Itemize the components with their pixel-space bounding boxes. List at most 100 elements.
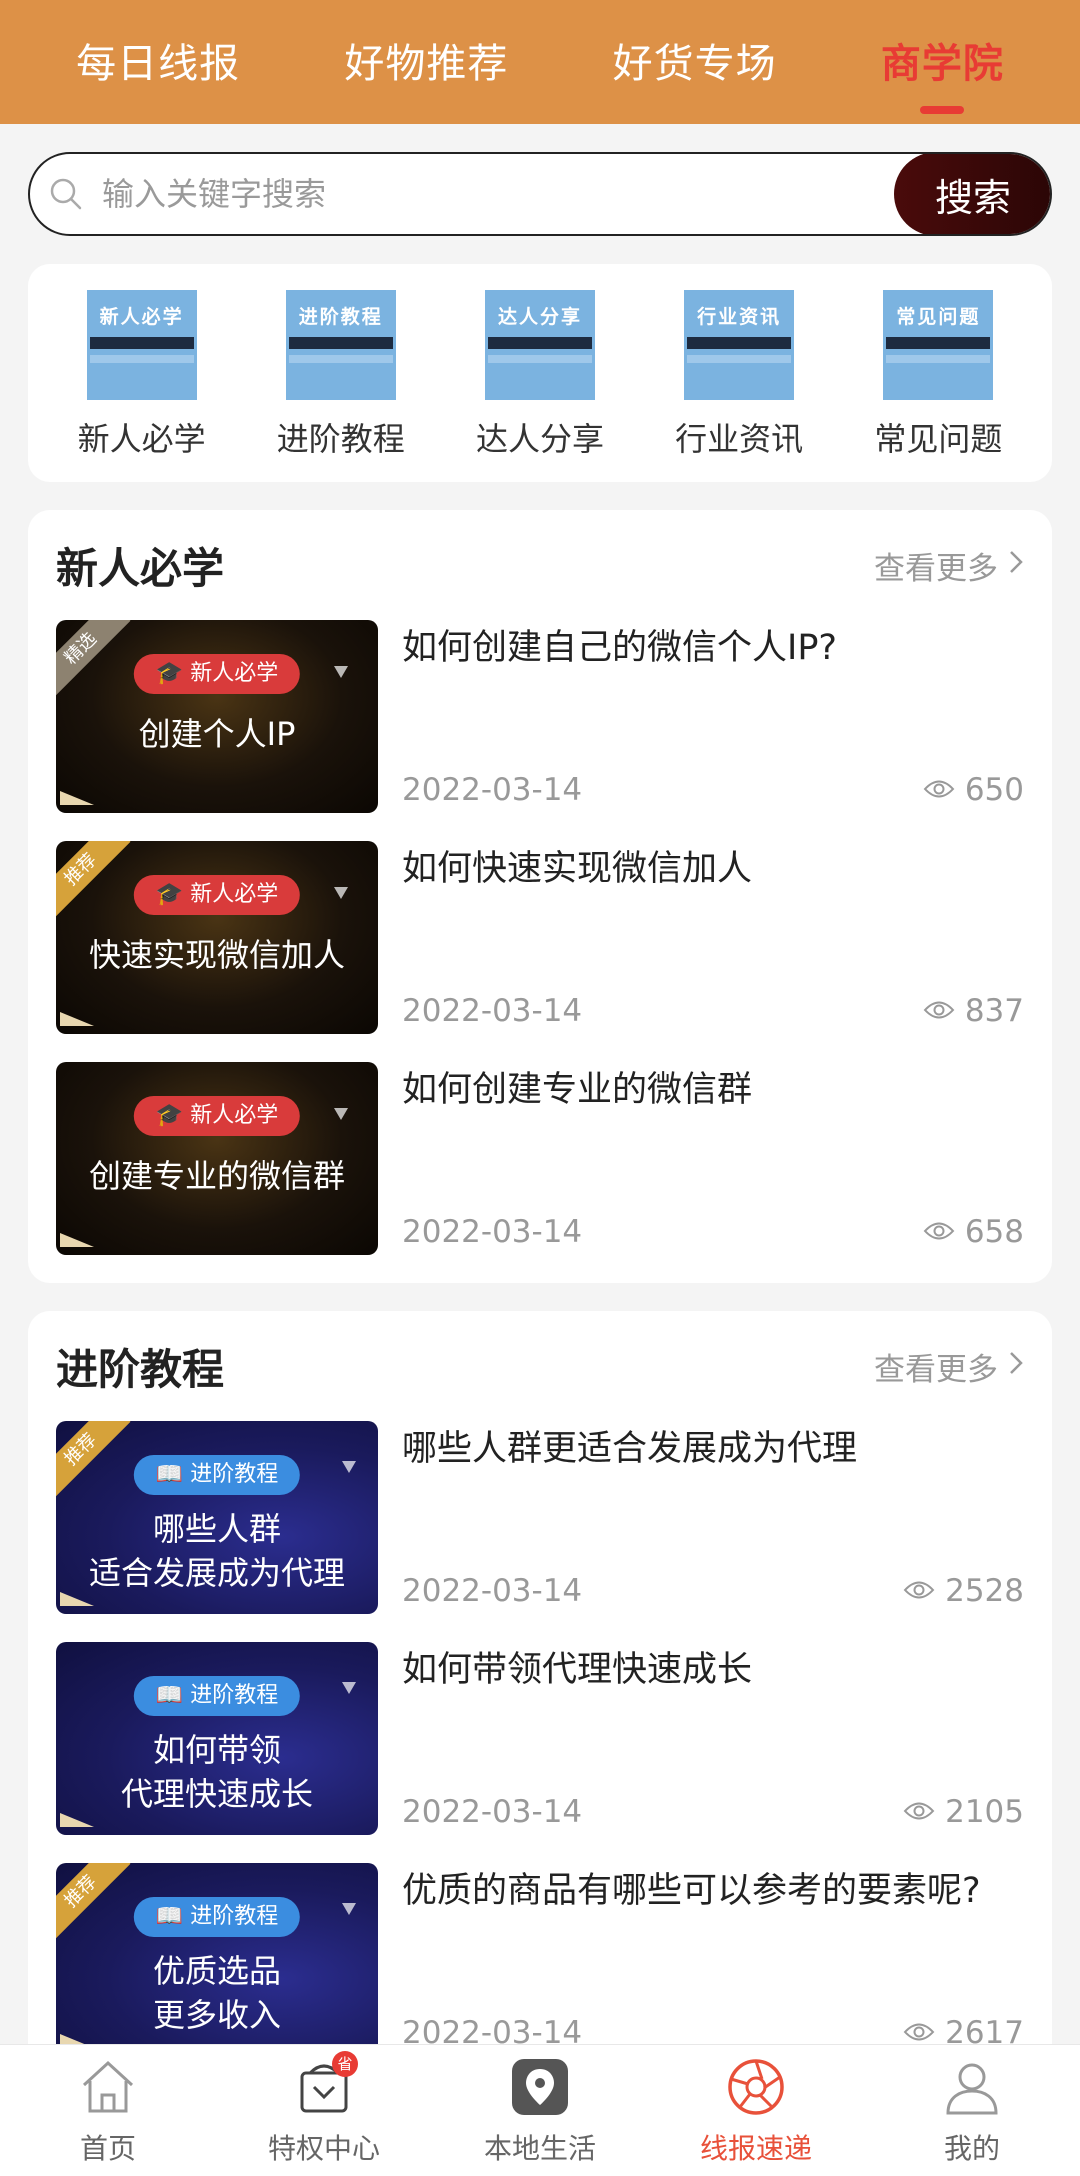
view-count: 2528 <box>945 1573 1024 1609</box>
thumb-caption: 创建专业的微信群 <box>56 1154 378 1198</box>
thumb-pill: 🎓 新人必学 <box>133 654 301 694</box>
view-more-link[interactable]: 查看更多 <box>874 543 1024 588</box>
category-thumb-text: 常见问题 <box>896 306 981 328</box>
article-thumbnail: 📖 进阶教程 如何带领 代理快速成长 <box>56 1642 378 1835</box>
nav-home[interactable]: 首页 <box>8 2055 208 2167</box>
thumb-band <box>89 337 194 349</box>
view-count: 650 <box>964 772 1024 808</box>
search-button[interactable]: 搜索 <box>894 154 1050 234</box>
search-input[interactable] <box>102 154 894 234</box>
thumb-band-light <box>886 355 991 363</box>
nav-label: 线报速递 <box>699 2132 812 2165</box>
thumb-caption: 哪些人群 适合发展成为代理 <box>56 1507 378 1595</box>
tab-daily-deals[interactable]: 每日线报 <box>70 0 246 124</box>
thumb-caption-line: 哪些人群 <box>152 1510 281 1548</box>
category-label: 常见问题 <box>874 420 1003 458</box>
article-date: 2022-03-14 <box>402 772 583 808</box>
thumb-caption-line: 代理快速成长 <box>120 1775 313 1813</box>
section-header: 进阶教程 查看更多 <box>28 1311 1052 1421</box>
article-item[interactable]: 🎓 新人必学 创建专业的微信群 如何创建专业的微信群 2022-03-14 65… <box>56 1062 1024 1283</box>
thumb-pill-label: 新人必学 <box>190 1103 279 1128</box>
article-title: 哪些人群更适合发展成为代理 <box>402 1429 858 1469</box>
article-item[interactable]: 推荐 📖 进阶教程 哪些人群 适合发展成为代理 哪些人群更适合发展成为代理 20… <box>56 1421 1024 1642</box>
category-industry-thumb: 行业资讯 <box>684 290 795 400</box>
thumb-band <box>487 337 592 349</box>
tab-good-goods[interactable]: 好货专场 <box>607 0 783 124</box>
tab-good-recommend[interactable]: 好物推荐 <box>338 0 514 124</box>
thumb-pill: 🎓 新人必学 <box>133 1096 301 1136</box>
article-title: 如何创建自己的微信个人IP? <box>402 628 838 668</box>
local-life-icon <box>508 2055 572 2119</box>
category-thumb-text: 达人分享 <box>497 306 582 328</box>
article-date: 2022-03-14 <box>402 993 583 1029</box>
thumb-caption-line: 创建个人IP <box>138 715 296 753</box>
paper-plane-decoration <box>60 1233 94 1247</box>
thumb-caption: 创建个人IP <box>56 712 378 756</box>
article-views: 650 <box>923 772 1024 808</box>
thumb-pill-label: 新人必学 <box>190 661 279 686</box>
section-title: 进阶教程 <box>56 1344 225 1394</box>
nav-mine[interactable]: 我的 <box>872 2055 1072 2167</box>
article-title: 如何创建专业的微信群 <box>402 1070 753 1110</box>
tab-business-school[interactable]: 商学院 <box>875 0 1010 124</box>
article-item[interactable]: 推荐 🎓 新人必学 快速实现微信加人 如何快速实现微信加人 2022-03-14… <box>56 841 1024 1062</box>
article-item[interactable]: 📖 进阶教程 如何带领 代理快速成长 如何带领代理快速成长 2022-03-14… <box>56 1642 1024 1863</box>
article-item[interactable]: 精选 🎓 新人必学 创建个人IP 如何创建自己的微信个人IP? 2022-03-… <box>56 620 1024 841</box>
category-grid: 新人必学 新人必学 进阶教程 进阶教程 达人分享 达人分享 行业资讯 行业资讯 <box>28 264 1052 482</box>
nav-label: 本地生活 <box>483 2132 596 2165</box>
category-advanced-thumb: 进阶教程 <box>285 290 396 400</box>
article-views: 658 <box>923 1214 1024 1250</box>
triangle-decoration <box>342 1682 356 1694</box>
category-faq[interactable]: 常见问题 常见问题 <box>848 290 1028 460</box>
article-thumbnail: 推荐 📖 进阶教程 哪些人群 适合发展成为代理 <box>56 1421 378 1614</box>
category-label: 进阶教程 <box>276 420 405 458</box>
category-faq-thumb: 常见问题 <box>883 290 994 400</box>
eye-icon <box>923 772 955 808</box>
thumb-caption: 优质选品 更多收入 <box>56 1949 378 2037</box>
thumb-pill-label: 进阶教程 <box>190 1904 279 1929</box>
view-more-label: 查看更多 <box>874 550 998 587</box>
triangle-decoration <box>334 1108 348 1120</box>
view-more-link[interactable]: 查看更多 <box>874 1344 1024 1389</box>
nav-label: 首页 <box>79 2132 136 2165</box>
article-thumbnail: 推荐 🎓 新人必学 快速实现微信加人 <box>56 841 378 1034</box>
category-newbie[interactable]: 新人必学 新人必学 <box>52 290 232 460</box>
article-title: 如何带领代理快速成长 <box>402 1650 753 1690</box>
category-industry-news[interactable]: 行业资讯 行业资讯 <box>649 290 829 460</box>
triangle-decoration <box>334 666 348 678</box>
thumb-pill: 📖 进阶教程 <box>133 1897 301 1937</box>
view-count: 658 <box>964 1214 1024 1250</box>
category-label: 行业资讯 <box>675 420 804 458</box>
thumb-pill-label: 进阶教程 <box>190 1683 279 1708</box>
article-thumbnail: 推荐 📖 进阶教程 优质选品 更多收入 <box>56 1863 378 2056</box>
category-expert-share[interactable]: 达人分享 达人分享 <box>450 290 630 460</box>
category-label: 达人分享 <box>475 420 604 458</box>
article-views: 2105 <box>903 1794 1024 1830</box>
thumb-band-light <box>687 355 792 363</box>
section-header: 新人必学 查看更多 <box>28 510 1052 620</box>
article-date: 2022-03-14 <box>402 1573 583 1609</box>
nav-privilege-center[interactable]: 省 特权中心 <box>224 2051 424 2167</box>
thumb-caption-line: 快速实现微信加人 <box>88 936 345 974</box>
search-icon <box>30 154 102 234</box>
thumb-caption: 快速实现微信加人 <box>56 933 378 977</box>
article-date: 2022-03-14 <box>402 1794 583 1830</box>
article-date: 2022-03-14 <box>402 1214 583 1250</box>
nav-deal-express[interactable]: 线报速递 <box>656 2055 856 2167</box>
bottom-navigation: 首页 省 特权中心 本地生活 线报速递 我的 <box>0 2044 1080 2176</box>
thumb-band <box>288 337 393 349</box>
thumb-caption-line: 创建专业的微信群 <box>88 1157 345 1195</box>
top-tab-bar: 每日线报 好物推荐 好货专场 商学院 <box>0 0 1080 124</box>
category-advanced[interactable]: 进阶教程 进阶教程 <box>251 290 431 460</box>
nav-local-life[interactable]: 本地生活 <box>440 2055 640 2167</box>
thumb-band-light <box>89 355 194 363</box>
thumb-band-light <box>288 355 393 363</box>
thumb-band-light <box>487 355 592 363</box>
corner-tag: 推荐 <box>56 841 131 920</box>
article-thumbnail: 精选 🎓 新人必学 创建个人IP <box>56 620 378 813</box>
aperture-icon <box>724 2055 788 2119</box>
corner-tag: 推荐 <box>56 1863 131 1942</box>
search-bar: 搜索 <box>28 152 1052 236</box>
thumb-caption: 如何带领 代理快速成长 <box>56 1728 378 1816</box>
active-tab-indicator <box>920 106 965 114</box>
